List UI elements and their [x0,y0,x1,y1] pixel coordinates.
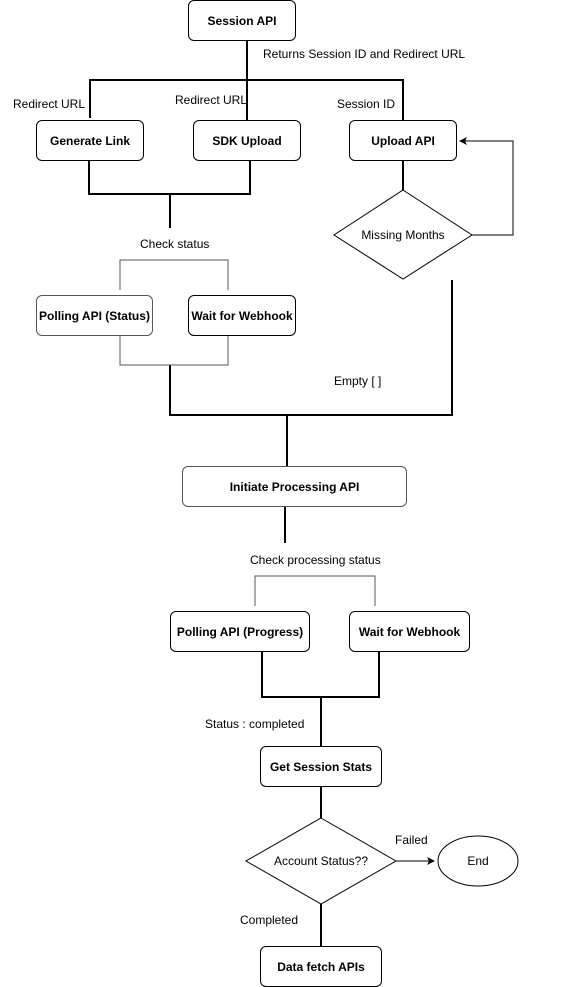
generate-link-node: Generate Link [36,120,144,161]
session-id-label: Session ID [337,97,396,111]
sdk-upload-node: SDK Upload [193,120,301,161]
polling-status-node: Polling API (Status) [36,295,153,336]
initiate-processing-node: Initiate Processing API [182,466,407,507]
data-fetch-node: Data fetch APIs [260,946,382,987]
check-status-label: Check status [140,237,210,251]
session-api-node: Session API [188,0,296,41]
check-processing-status-label: Check processing status [250,553,381,567]
wait-webhook-node-2: Wait for Webhook [349,611,470,652]
upload-api-node: Upload API [349,120,457,161]
polling-progress-node: Polling API (Progress) [170,611,310,652]
end-label: End [467,854,489,868]
account-status-label: Account Status?? [273,854,369,868]
empty-label: Empty [ ] [334,374,382,388]
returns-label: Returns Session ID and Redirect URL [263,47,466,61]
status-completed-label: Status : completed [205,717,305,731]
failed-label: Failed [395,833,428,847]
missing-months-label: Missing Months [361,228,445,242]
redirect-url-label-2: Redirect URL [175,93,248,107]
wait-webhook-node-1: Wait for Webhook [188,295,296,336]
redirect-url-label-1: Redirect URL [13,97,86,111]
get-session-stats-node: Get Session Stats [260,746,382,787]
completed-label: Completed [240,913,299,927]
